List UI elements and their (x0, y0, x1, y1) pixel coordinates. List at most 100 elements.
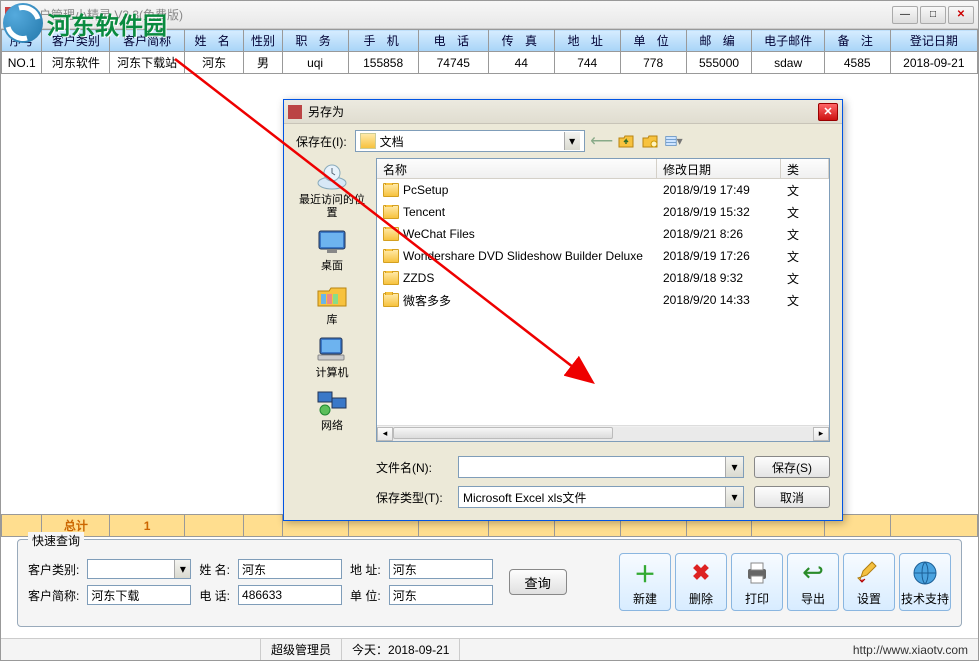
place-network[interactable]: 网络 (296, 386, 368, 433)
filename-combo[interactable]: ▾ (458, 456, 744, 478)
col-unit[interactable]: 单 位 (620, 30, 686, 52)
minimize-button[interactable]: — (892, 6, 918, 24)
watermark-text: 河东软件园 (47, 6, 167, 41)
quick-search-panel: 快速查询 客户类别: ▾ 姓 名: 地 址: 客户简称: 电 话: 单 位: 查… (17, 539, 962, 627)
search-cat-label: 客户类别: (28, 561, 79, 578)
filetype-combo[interactable]: ▾ (458, 486, 744, 508)
maximize-button[interactable]: □ (920, 6, 946, 24)
search-addr-input[interactable] (389, 559, 493, 579)
col-zip[interactable]: 邮 编 (686, 30, 752, 52)
recent-icon (314, 160, 350, 192)
scroll-right-icon[interactable]: ▸ (813, 427, 829, 441)
col-addr[interactable]: 地 址 (554, 30, 620, 52)
header-type[interactable]: 类 (781, 159, 829, 178)
scroll-thumb[interactable] (393, 427, 613, 439)
col-fax[interactable]: 传 真 (488, 30, 554, 52)
status-today: 今天：2018-09-21 (342, 639, 460, 660)
watermark-logo-icon (3, 3, 43, 43)
pencil-icon (854, 558, 884, 588)
new-folder-icon[interactable] (641, 132, 659, 150)
place-desktop[interactable]: 桌面 (296, 226, 368, 273)
place-computer[interactable]: 计算机 (296, 333, 368, 380)
filetype-label: 保存类型(T): (376, 489, 448, 506)
filename-input[interactable] (459, 457, 725, 477)
folder-icon (383, 205, 399, 219)
table-row[interactable]: NO.1 河东软件 河东下载站 河东 男 uqi 155858 74745 44… (2, 52, 978, 74)
dialog-close-button[interactable]: ✕ (818, 103, 838, 121)
col-tel[interactable]: 电 话 (418, 30, 488, 52)
search-short-input[interactable] (87, 585, 191, 605)
file-row[interactable]: 微客多多2018/9/20 14:33文 (377, 289, 829, 311)
header-date[interactable]: 修改日期 (657, 159, 781, 178)
query-button[interactable]: 查询 (509, 569, 567, 595)
views-icon[interactable]: ▾ (665, 132, 683, 150)
place-recent[interactable]: 最近访问的位置 (296, 160, 368, 220)
dialog-title: 另存为 (308, 103, 818, 120)
horizontal-scrollbar[interactable]: ◂ ▸ (377, 425, 829, 441)
file-row[interactable]: Wondershare DVD Slideshow Builder Deluxe… (377, 245, 829, 267)
status-bar: 超级管理员 今天：2018-09-21 http://www.xiaotv.co… (1, 638, 978, 660)
savein-combo[interactable]: 文档 ▾ (355, 130, 585, 152)
cancel-button[interactable]: 取消 (754, 486, 830, 508)
col-email[interactable]: 电子邮件 (752, 30, 824, 52)
save-button[interactable]: 保存(S) (754, 456, 830, 478)
col-date[interactable]: 登记日期 (890, 30, 977, 52)
file-row[interactable]: Tencent2018/9/19 15:32文 (377, 201, 829, 223)
folder-icon (383, 227, 399, 241)
scroll-left-icon[interactable]: ◂ (377, 427, 393, 441)
file-row[interactable]: PcSetup2018/9/19 17:49文 (377, 179, 829, 201)
save-as-dialog: 另存为 ✕ 保存在(I): 文档 ▾ ⟵ ▾ 最近访问的位置 桌面 (283, 99, 843, 521)
search-addr-label: 地 址: (350, 561, 381, 578)
plus-icon: ＋ (630, 558, 660, 588)
chevron-down-icon[interactable]: ▾ (725, 457, 743, 477)
status-admin: 超级管理员 (261, 639, 342, 660)
folder-icon (383, 271, 399, 285)
col-name[interactable]: 姓 名 (184, 30, 244, 52)
back-icon[interactable]: ⟵ (593, 132, 611, 150)
file-row[interactable]: ZZDS2018/9/18 9:32文 (377, 267, 829, 289)
network-icon (314, 386, 350, 418)
file-row[interactable]: WeChat Files2018/9/21 8:26文 (377, 223, 829, 245)
delete-button[interactable]: ✖删除 (675, 553, 727, 611)
col-sex[interactable]: 性别 (244, 30, 282, 52)
place-library[interactable]: 库 (296, 280, 368, 327)
settings-button[interactable]: 设置 (843, 553, 895, 611)
watermark: 河东软件园 (3, 3, 167, 43)
chevron-down-icon[interactable]: ▾ (174, 560, 190, 578)
filetype-value[interactable] (459, 487, 725, 507)
search-legend: 快速查询 (28, 532, 84, 549)
folder-icon (383, 183, 399, 197)
col-job[interactable]: 职 务 (282, 30, 348, 52)
search-cat-combo[interactable]: ▾ (87, 559, 191, 579)
export-button[interactable]: ↩导出 (787, 553, 839, 611)
header-name[interactable]: 名称 (377, 159, 657, 178)
chevron-down-icon[interactable]: ▾ (564, 132, 580, 150)
search-name-input[interactable] (238, 559, 342, 579)
print-button[interactable]: 打印 (731, 553, 783, 611)
dialog-icon (288, 105, 302, 119)
support-button[interactable]: 技术支持 (899, 553, 951, 611)
folder-icon (360, 133, 376, 149)
search-unit-label: 单 位: (350, 587, 381, 604)
globe-icon (910, 558, 940, 588)
status-url[interactable]: http://www.xiaotv.com (843, 643, 978, 657)
search-tel-input[interactable] (238, 585, 342, 605)
computer-icon (314, 333, 350, 365)
desktop-icon (314, 226, 350, 258)
search-name-label: 姓 名: (199, 561, 230, 578)
new-button[interactable]: ＋新建 (619, 553, 671, 611)
library-icon (314, 280, 350, 312)
places-bar: 最近访问的位置 桌面 库 计算机 网络 (296, 158, 368, 442)
savein-label: 保存在(I): (296, 133, 347, 150)
file-list-pane[interactable]: 名称 修改日期 类 PcSetup2018/9/19 17:49文Tencent… (376, 158, 830, 442)
dialog-titlebar[interactable]: 另存为 ✕ (284, 100, 842, 124)
search-unit-input[interactable] (389, 585, 493, 605)
col-mobile[interactable]: 手 机 (348, 30, 418, 52)
col-note[interactable]: 备 注 (824, 30, 890, 52)
printer-icon (742, 558, 772, 588)
up-folder-icon[interactable] (617, 132, 635, 150)
close-button[interactable]: ✕ (948, 6, 974, 24)
file-list-header: 名称 修改日期 类 (377, 159, 829, 179)
search-short-label: 客户简称: (28, 587, 79, 604)
chevron-down-icon[interactable]: ▾ (725, 487, 743, 507)
